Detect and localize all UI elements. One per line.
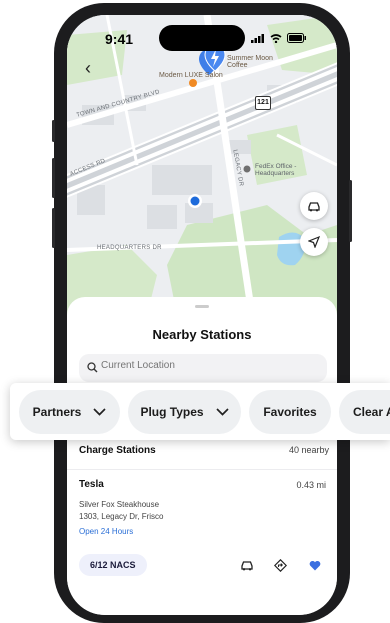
- status-bar: 9:41: [67, 15, 337, 53]
- search-bar[interactable]: [79, 354, 327, 382]
- volume-down-button: [52, 208, 55, 248]
- signal-icon: [251, 33, 264, 43]
- locate-me-button[interactable]: [300, 228, 328, 256]
- directions-icon: [273, 558, 287, 572]
- filter-bar: Partners Plug Types Favorites Clear A: [10, 383, 390, 440]
- heart-icon: [309, 560, 321, 570]
- divider: [67, 469, 337, 470]
- station-distance: 0.43 mi: [296, 480, 326, 490]
- search-icon: [87, 362, 98, 373]
- filter-chip-label: Plug Types: [140, 405, 204, 419]
- station-name: Tesla: [79, 479, 104, 490]
- directions-button[interactable]: [271, 556, 289, 574]
- filter-chip-favorites[interactable]: Favorites: [249, 390, 331, 434]
- filter-chip-clear-all[interactable]: Clear A: [339, 390, 390, 434]
- section-header: Charge Stations 40 nearby: [79, 445, 329, 456]
- status-icons: [251, 33, 307, 43]
- battery-icon: [287, 33, 306, 43]
- vehicle-button[interactable]: [300, 192, 328, 220]
- chevron-down-icon: [93, 408, 106, 416]
- highway-shield: 121: [255, 96, 271, 110]
- car-icon: [308, 201, 320, 211]
- navigation-arrow-icon: [308, 236, 320, 248]
- filter-chip-label: Favorites: [263, 405, 317, 419]
- favorite-button[interactable]: [306, 556, 324, 574]
- wifi-icon: [270, 33, 282, 43]
- chevron-left-icon: ‹: [85, 57, 91, 78]
- sheet-grabber[interactable]: [195, 305, 209, 308]
- filter-chip-plug-types[interactable]: Plug Types: [128, 390, 241, 434]
- car-icon: [241, 560, 253, 570]
- volume-up-button: [52, 158, 55, 198]
- station-hours: Open 24 Hours: [79, 527, 134, 536]
- back-button[interactable]: ‹: [75, 55, 101, 81]
- phone-screen: Modern LUXE Salon Summer Moon Coffee Fed…: [67, 15, 337, 615]
- chevron-down-icon: [215, 408, 229, 416]
- nearby-stations-sheet: Nearby Stations Charge Stations 40 nearb…: [67, 297, 337, 615]
- mute-switch: [52, 120, 55, 142]
- poi-label[interactable]: Summer Moon Coffee: [227, 55, 287, 69]
- vehicle-compatibility-button[interactable]: [238, 556, 256, 574]
- station-address-line1: Silver Fox Steakhouse: [79, 500, 160, 509]
- side-button: [349, 180, 352, 242]
- poi-label[interactable]: FedEx Office - Headquarters: [255, 163, 315, 177]
- filter-chip-label: Clear A: [353, 405, 390, 419]
- filter-chip-label: Partners: [32, 405, 82, 419]
- filter-chip-partners[interactable]: Partners: [19, 390, 120, 434]
- poi-label[interactable]: Modern LUXE Salon: [159, 72, 223, 79]
- status-time: 9:41: [105, 31, 134, 47]
- section-title: Charge Stations: [79, 445, 156, 456]
- road-label: HEADQUARTERS DR: [97, 245, 162, 251]
- search-input[interactable]: [101, 360, 301, 371]
- sheet-title: Nearby Stations: [152, 327, 252, 342]
- station-count: 40 nearby: [288, 445, 329, 455]
- availability-badge: 6/12 NACS: [79, 554, 147, 576]
- dynamic-island: [159, 25, 245, 51]
- station-address-line2: 1303, Legacy Dr, Frisco: [79, 512, 164, 521]
